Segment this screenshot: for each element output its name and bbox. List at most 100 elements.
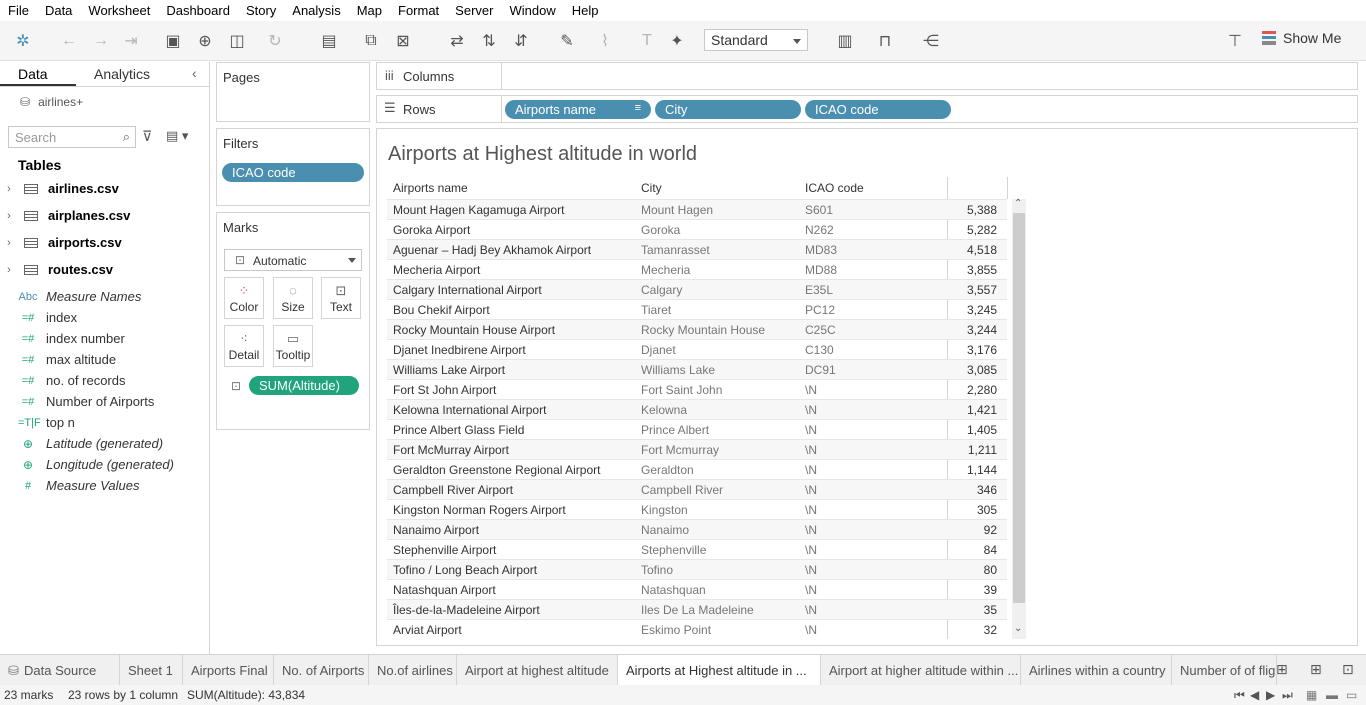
pages-shelf[interactable]: Pages xyxy=(216,62,370,122)
highlight-icon[interactable]: ✎ xyxy=(556,30,578,52)
table-row[interactable]: Aguenar – Hadj Bey Akhamok Airport Tamanr… xyxy=(387,239,1007,259)
sheet-tab[interactable]: Airlines within a country xyxy=(1021,655,1172,686)
sheet-sorter-icon[interactable]: ▦ xyxy=(1306,688,1317,702)
undo-icon[interactable]: ← xyxy=(58,30,80,52)
duplicate-sheet-icon[interactable]: ⧉ xyxy=(360,30,382,52)
group-icon[interactable]: ⌇ xyxy=(594,30,616,52)
field-item[interactable]: =# max altitude xyxy=(0,349,210,370)
field-item[interactable]: # Measure Values xyxy=(0,475,210,496)
new-datasource-icon[interactable]: ⊕ xyxy=(194,30,216,52)
mark-type-dropdown[interactable]: ⊡ Automatic xyxy=(224,249,362,271)
table-row[interactable]: Natashquan Airport Natashquan \N 39 xyxy=(387,579,1007,599)
header-icao-code[interactable]: ICAO code xyxy=(805,181,864,195)
field-item[interactable]: =# Number of Airports xyxy=(0,391,210,412)
table-row[interactable]: Fort St John Airport Fort Saint John \N 2,2… xyxy=(387,379,1007,399)
expand-icon[interactable]: › xyxy=(0,210,18,222)
sheet-tab[interactable]: Airports Final xyxy=(183,655,274,686)
nav-last-icon[interactable]: ⏭ xyxy=(1282,688,1293,703)
presentation-icon[interactable]: ⊓ xyxy=(874,30,896,52)
tabs-view-icon[interactable]: ▭ xyxy=(1346,688,1357,702)
scroll-up-icon[interactable]: ⌃ xyxy=(1014,198,1022,209)
filter-pill-icao[interactable]: ICAO code xyxy=(222,163,364,182)
menu-map[interactable]: Map xyxy=(357,3,382,18)
scroll-down-icon[interactable]: ⌄ xyxy=(1014,623,1022,634)
tableau-logo-icon[interactable]: ✲ xyxy=(12,30,34,52)
view-options-icon[interactable]: ▤ ▾ xyxy=(166,128,188,144)
table-row[interactable]: Bou Chekif Airport Tiaret PC12 3,245 xyxy=(387,299,1007,319)
fit-dropdown[interactable]: Standard xyxy=(704,29,808,51)
nav-first-icon[interactable]: ⏮ xyxy=(1234,688,1245,703)
sort-descending-icon[interactable]: ⇵ xyxy=(510,30,532,52)
sheet-tab[interactable]: Airports at Highest altitude in ... xyxy=(618,655,821,686)
collapse-icon[interactable]: ‹ xyxy=(192,65,197,81)
new-worksheet-tab-icon[interactable]: ⊞ xyxy=(1276,661,1288,678)
field-item[interactable]: Abc Measure Names xyxy=(0,286,210,307)
sheet-tab[interactable]: Sheet 1 xyxy=(120,655,183,686)
field-item[interactable]: =# index xyxy=(0,307,210,328)
expand-icon[interactable]: › xyxy=(0,183,18,195)
menu-server[interactable]: Server xyxy=(455,3,493,18)
menu-format[interactable]: Format xyxy=(398,3,439,18)
detail-button[interactable]: ⁖ Detail xyxy=(224,325,264,367)
table-item[interactable]: › airports.csv xyxy=(0,229,210,256)
tab-data[interactable]: Data xyxy=(0,62,76,86)
tab-analytics[interactable]: Analytics xyxy=(76,62,186,86)
menu-help[interactable]: Help xyxy=(572,3,599,18)
table-item[interactable]: › airplanes.csv xyxy=(0,202,210,229)
table-row[interactable]: Mecheria Airport Mecheria MD88 3,855 xyxy=(387,259,1007,279)
menu-analysis[interactable]: Analysis xyxy=(292,3,340,18)
menu-window[interactable]: Window xyxy=(509,3,555,18)
columns-shelf[interactable]: iii Columns xyxy=(376,62,1358,90)
table-row[interactable]: Rocky Mountain House Airport Rocky Mounta… xyxy=(387,319,1007,339)
table-row[interactable]: Geraldton Greenstone Regional Airport Ger… xyxy=(387,459,1007,479)
expand-icon[interactable]: › xyxy=(0,264,18,276)
field-item[interactable]: ⊕ Latitude (generated) xyxy=(0,433,210,454)
menu-dashboard[interactable]: Dashboard xyxy=(166,3,230,18)
table-row[interactable]: Kelowna International Airport Kelowna \N 1,… xyxy=(387,399,1007,419)
nav-prev-icon[interactable]: ◀ xyxy=(1250,688,1259,702)
redo-icon[interactable]: → xyxy=(90,30,112,52)
new-story-tab-icon[interactable]: ⊡ xyxy=(1342,661,1354,678)
sheet-tab[interactable]: Number of of flig xyxy=(1172,655,1277,686)
clear-sheet-icon[interactable]: ⊠ xyxy=(392,30,414,52)
text-button[interactable]: ⊡ Text xyxy=(321,277,361,319)
table-row[interactable]: Kingston Norman Rogers Airport Kingston \N… xyxy=(387,499,1007,519)
datasource-item[interactable]: ⛁ airlines+ xyxy=(20,95,83,109)
table-row[interactable]: Williams Lake Airport Williams Lake DC91 3,… xyxy=(387,359,1007,379)
scroll-thumb[interactable] xyxy=(1013,213,1025,603)
sheet-tab[interactable]: No. of Airports xyxy=(274,655,369,686)
marks-pill-sum-altitude[interactable]: SUM(Altitude) xyxy=(249,376,359,395)
size-button[interactable]: ◌ Size xyxy=(273,277,313,319)
filmstrip-icon[interactable]: ▬ xyxy=(1326,688,1338,702)
sheet-tab[interactable]: Airport at higher altitude within ... xyxy=(821,655,1021,686)
table-row[interactable]: Arviat Airport Eskimo Point \N 32 xyxy=(387,619,1007,639)
field-item[interactable]: ⊕ Longitude (generated) xyxy=(0,454,210,475)
pause-updates-icon[interactable]: ◫ xyxy=(226,30,248,52)
save-icon[interactable]: ▣ xyxy=(162,30,184,52)
table-row[interactable]: Îles-de-la-Madeleine Airport Iles De La M… xyxy=(387,599,1007,619)
header-city[interactable]: City xyxy=(641,181,662,195)
table-row[interactable]: Stephenville Airport Stephenville \N 84 xyxy=(387,539,1007,559)
table-row[interactable]: Campbell River Airport Campbell River \N 34… xyxy=(387,479,1007,499)
table-row[interactable]: Goroka Airport Goroka N262 5,282 xyxy=(387,219,1007,239)
table-item[interactable]: › routes.csv xyxy=(0,256,210,283)
filters-shelf[interactable]: Filters ICAO code xyxy=(216,128,370,206)
menu-data[interactable]: Data xyxy=(45,3,72,18)
sheet-tab[interactable]: No.of airlines xyxy=(369,655,457,686)
rows-shelf[interactable]: ☰ Rows Airports name ≡ City ICAO code xyxy=(376,95,1358,123)
show-cards-icon[interactable]: ▥ xyxy=(834,30,856,52)
new-worksheet-icon[interactable]: ▤ xyxy=(318,30,340,52)
menu-worksheet[interactable]: Worksheet xyxy=(88,3,150,18)
expand-icon[interactable]: › xyxy=(0,237,18,249)
table-row[interactable]: Prince Albert Glass Field Prince Albert \N… xyxy=(387,419,1007,439)
field-item[interactable]: =# no. of records xyxy=(0,370,210,391)
row-pill-airports-name[interactable]: Airports name ≡ xyxy=(505,100,651,119)
menu-file[interactable]: File xyxy=(8,3,29,18)
show-me-button[interactable]: Show Me xyxy=(1262,30,1341,46)
new-dashboard-tab-icon[interactable]: ⊞ xyxy=(1310,661,1322,678)
share-icon[interactable]: ⋲ xyxy=(920,30,942,52)
nav-next-icon[interactable]: ▶ xyxy=(1266,688,1275,702)
format-painter-icon[interactable]: ⊤ xyxy=(1224,30,1246,52)
table-row[interactable]: Djanet Inedbirene Airport Djanet C130 3,176 xyxy=(387,339,1007,359)
row-pill-icao-code[interactable]: ICAO code xyxy=(805,100,951,119)
